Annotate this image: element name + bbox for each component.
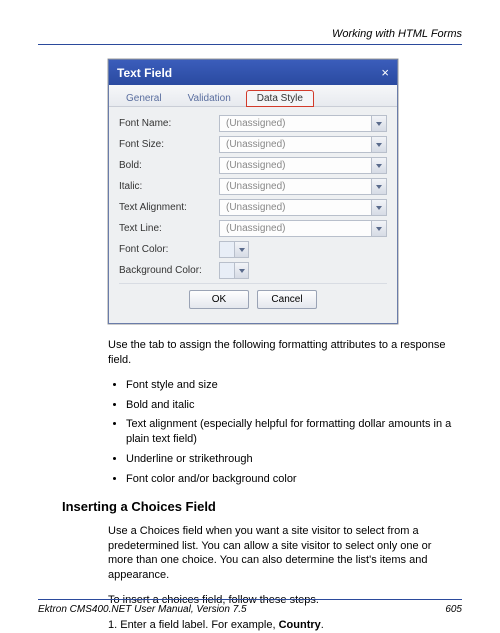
- list-item: Bold and italic: [126, 398, 452, 413]
- footer-rule: [38, 599, 462, 600]
- text-alignment-value: (Unassigned): [226, 202, 285, 213]
- font-name-select[interactable]: (Unassigned): [219, 115, 387, 132]
- step-text: 1. Enter a field label. For example,: [108, 619, 279, 631]
- italic-label: Italic:: [119, 181, 219, 192]
- chevron-down-icon[interactable]: [371, 116, 386, 131]
- chevron-down-icon[interactable]: [371, 137, 386, 152]
- chevron-down-icon[interactable]: [235, 242, 248, 257]
- text-alignment-label: Text Alignment:: [119, 202, 219, 213]
- tab-validation[interactable]: Validation: [177, 90, 242, 107]
- chevron-down-icon[interactable]: [371, 221, 386, 236]
- step-1: 1. Enter a field label. For example, Cou…: [108, 618, 452, 633]
- chevron-down-icon[interactable]: [371, 158, 386, 173]
- bold-value: (Unassigned): [226, 160, 285, 171]
- intro-paragraph: Use the tab to assign the following form…: [108, 338, 452, 368]
- text-alignment-select[interactable]: (Unassigned): [219, 199, 387, 216]
- bold-select[interactable]: (Unassigned): [219, 157, 387, 174]
- font-size-label: Font Size:: [119, 139, 219, 150]
- close-icon[interactable]: ×: [381, 65, 389, 80]
- list-item: Text alignment (especially helpful for f…: [126, 417, 452, 447]
- dialog-titlebar: Text Field ×: [109, 60, 397, 85]
- italic-select[interactable]: (Unassigned): [219, 178, 387, 195]
- list-item: Underline or strikethrough: [126, 452, 452, 467]
- tab-general[interactable]: General: [115, 90, 173, 107]
- header-rule: [38, 44, 462, 45]
- step-bold: Country: [279, 619, 321, 631]
- bg-color-label: Background Color:: [119, 265, 219, 276]
- chapter-title: Working with HTML Forms: [38, 28, 462, 40]
- section-paragraph: Use a Choices field when you want a site…: [108, 524, 452, 583]
- font-name-label: Font Name:: [119, 118, 219, 129]
- dialog-tabs: General Validation Data Style: [109, 85, 397, 107]
- cancel-button[interactable]: Cancel: [257, 290, 317, 309]
- list-item: Font style and size: [126, 378, 452, 393]
- text-field-dialog: Text Field × General Validation Data Sty…: [108, 59, 398, 324]
- footer-page: 605: [445, 604, 462, 615]
- footer-manual: Ektron CMS400.NET User Manual, Version 7…: [38, 604, 247, 615]
- list-item: Font color and/or background color: [126, 472, 452, 487]
- attribute-list: Font style and size Bold and italic Text…: [126, 378, 452, 487]
- page-footer: Ektron CMS400.NET User Manual, Version 7…: [38, 599, 462, 615]
- font-name-value: (Unassigned): [226, 118, 285, 129]
- font-color-label: Font Color:: [119, 244, 219, 255]
- bold-label: Bold:: [119, 160, 219, 171]
- color-swatch: [220, 242, 235, 257]
- text-line-select[interactable]: (Unassigned): [219, 220, 387, 237]
- chevron-down-icon[interactable]: [371, 179, 386, 194]
- italic-value: (Unassigned): [226, 181, 285, 192]
- dialog-button-row: OK Cancel: [119, 283, 387, 317]
- chevron-down-icon[interactable]: [235, 263, 248, 278]
- color-swatch: [220, 263, 235, 278]
- chevron-down-icon[interactable]: [371, 200, 386, 215]
- font-size-select[interactable]: (Unassigned): [219, 136, 387, 153]
- dialog-body: Font Name: (Unassigned) Font Size: (Unas…: [109, 107, 397, 323]
- font-color-picker[interactable]: [219, 241, 249, 258]
- bg-color-picker[interactable]: [219, 262, 249, 279]
- dialog-title: Text Field: [117, 66, 172, 80]
- ok-button[interactable]: OK: [189, 290, 249, 309]
- step-suffix: .: [321, 619, 324, 631]
- section-heading: Inserting a Choices Field: [62, 499, 462, 514]
- text-line-label: Text Line:: [119, 223, 219, 234]
- font-size-value: (Unassigned): [226, 139, 285, 150]
- tab-data-style[interactable]: Data Style: [246, 90, 314, 107]
- text-line-value: (Unassigned): [226, 223, 285, 234]
